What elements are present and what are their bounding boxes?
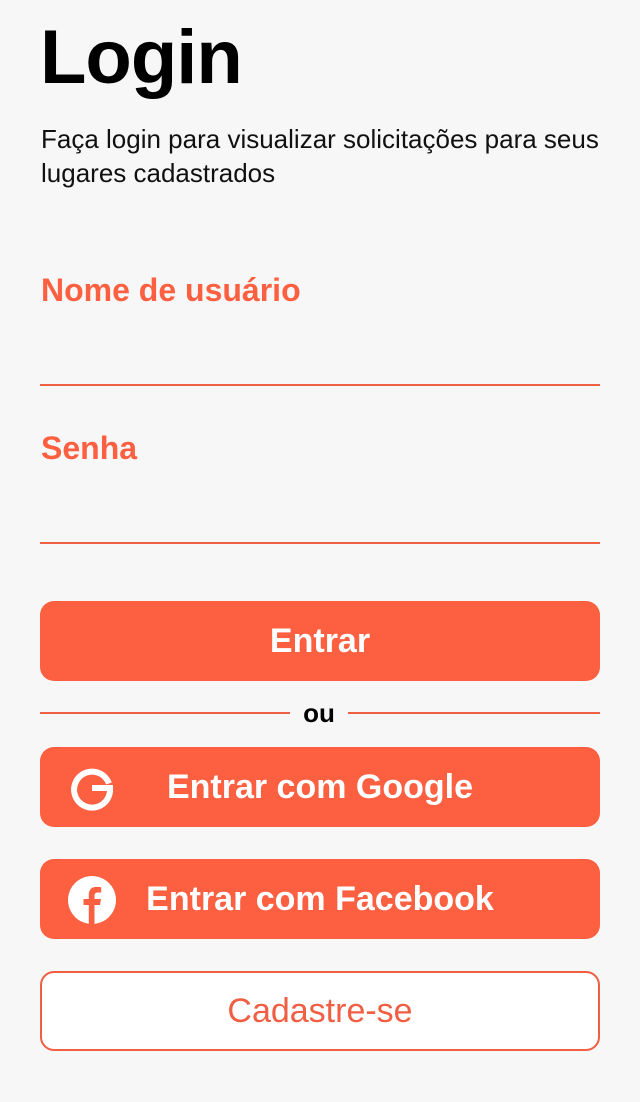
divider-line-left [40, 712, 290, 714]
signup-button-label: Cadastre-se [227, 991, 413, 1030]
google-login-button[interactable]: Entrar com Google [40, 747, 600, 827]
google-login-label: Entrar com Google [166, 767, 474, 806]
facebook-login-label: Entrar com Facebook [146, 879, 494, 918]
password-input[interactable] [40, 494, 600, 544]
login-button[interactable]: Entrar [40, 601, 600, 681]
facebook-login-button[interactable]: Entrar com Facebook [40, 859, 600, 939]
signup-button[interactable]: Cadastre-se [40, 971, 600, 1051]
username-label: Nome de usuário [41, 272, 301, 308]
page-title: Login [40, 15, 243, 100]
divider-text: ou [303, 698, 335, 728]
divider-line-right [348, 712, 600, 714]
facebook-icon [67, 875, 117, 925]
username-input[interactable] [40, 336, 600, 386]
password-label: Senha [41, 430, 138, 466]
google-icon [67, 763, 117, 813]
login-button-label: Entrar [269, 621, 371, 660]
page-subtitle: Faça login para visualizar solicitações … [41, 124, 599, 188]
or-divider: ou [40, 698, 600, 728]
